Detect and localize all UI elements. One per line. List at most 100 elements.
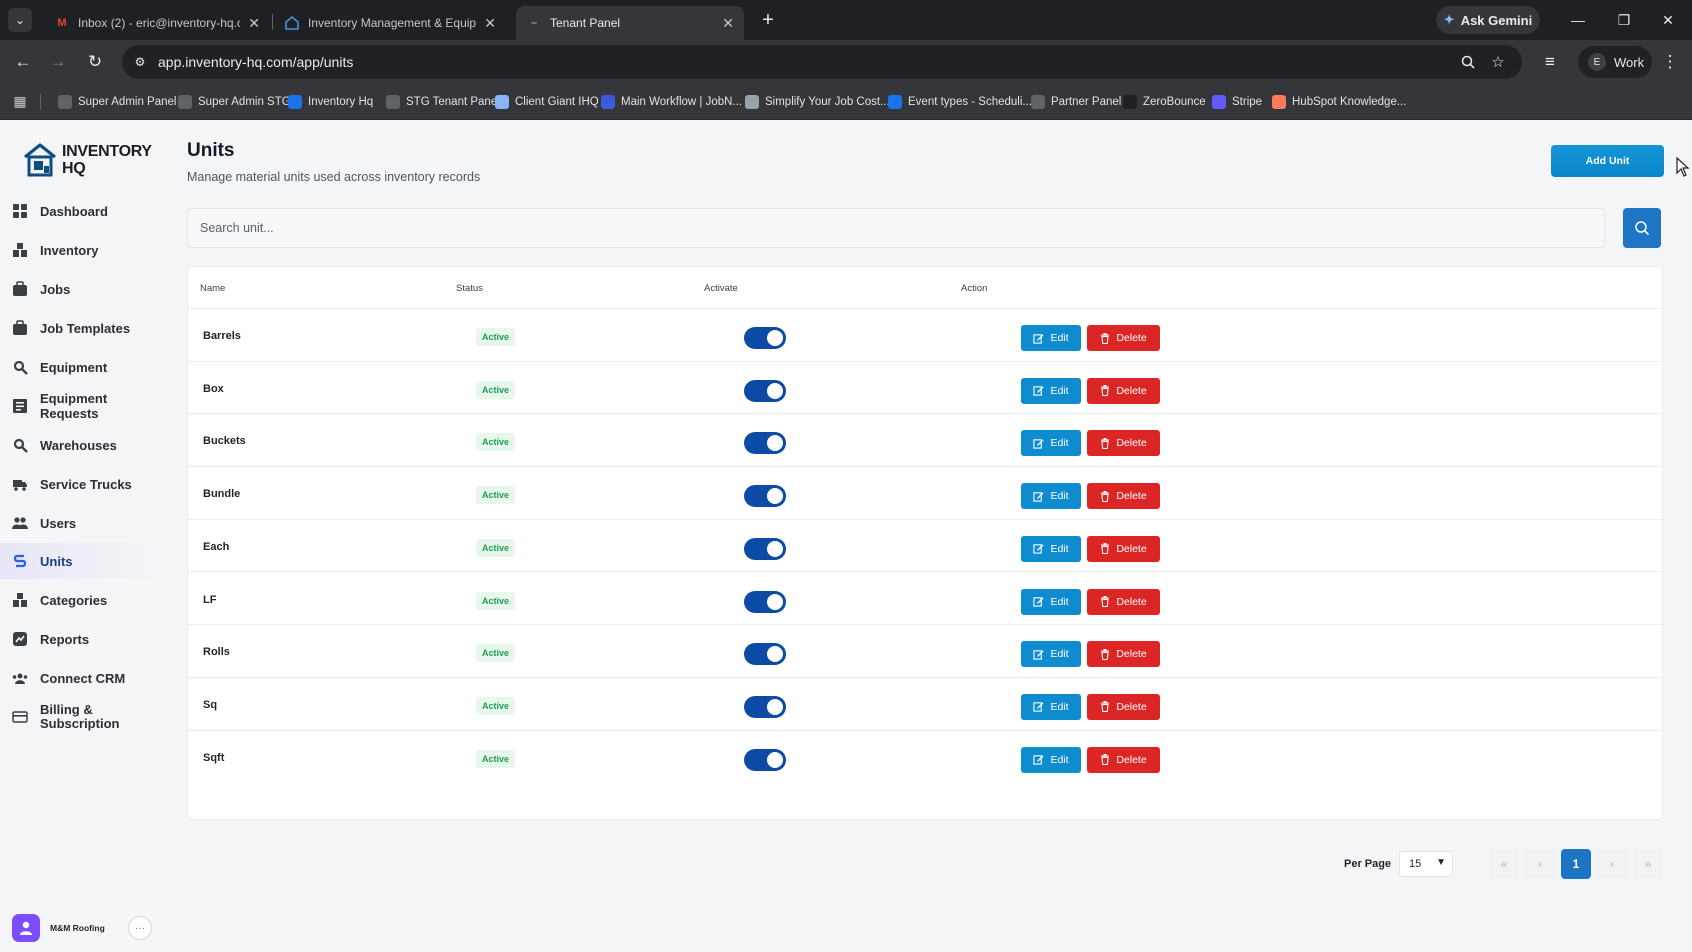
bookmark-inventory-hq[interactable]: Inventory Hq — [288, 93, 373, 111]
activate-toggle[interactable] — [744, 695, 786, 718]
status-badge: Active — [476, 696, 516, 715]
delete-button[interactable]: Delete — [1087, 535, 1160, 562]
sidebar-item-inventory[interactable]: Inventory — [0, 232, 163, 268]
delete-button[interactable]: Delete — [1087, 325, 1160, 351]
close-icon[interactable]: ✕ — [722, 15, 734, 32]
sidebar-item-connect-crm[interactable]: Connect CRM — [0, 660, 163, 696]
unit-name: Sq — [203, 698, 218, 711]
bookmark-label: ZeroBounce — [1143, 96, 1206, 108]
site-info-icon[interactable]: ⚙ — [130, 52, 150, 72]
activate-toggle[interactable] — [744, 379, 786, 402]
close-icon[interactable]: ✕ — [484, 15, 496, 32]
close-window-button[interactable]: ✕ — [1656, 8, 1680, 32]
first-page-button[interactable]: « — [1489, 849, 1519, 879]
current-page-button[interactable]: 1 — [1561, 849, 1591, 879]
delete-button[interactable]: Delete — [1087, 377, 1160, 404]
sidebar-item-billing-and-subscription[interactable]: Billing & Subscription — [0, 696, 163, 738]
delete-button[interactable]: Delete — [1087, 746, 1160, 773]
activate-toggle[interactable] — [744, 432, 786, 455]
edit-button[interactable]: Edit — [1021, 588, 1081, 615]
edit-label: Edit — [1050, 384, 1069, 397]
activate-toggle[interactable] — [744, 485, 786, 508]
bookmark-client-giant-ihq[interactable]: Client Giant IHQ — [495, 93, 599, 111]
sidebar-item-equipment[interactable]: Equipment — [0, 349, 163, 385]
bookmark-partner-panel[interactable]: Partner Panel — [1031, 93, 1121, 111]
forward-button[interactable]: → — [46, 50, 70, 74]
close-icon[interactable]: ✕ — [248, 15, 260, 32]
sidebar-item-equipment-requests[interactable]: Equipment Requests — [0, 388, 163, 424]
bookmark-stg-tenant-panel[interactable]: STG Tenant Panel — [386, 93, 500, 111]
tab-tenant-panel[interactable]: – Tenant Panel ✕ — [516, 6, 744, 40]
sidebar-item-service-trucks[interactable]: Service Trucks — [0, 466, 163, 502]
bookmark-favicon-icon — [601, 95, 615, 109]
delete-button[interactable]: Delete — [1087, 641, 1160, 668]
edit-button[interactable]: Edit — [1021, 746, 1081, 773]
previous-page-button[interactable]: ‹ — [1525, 849, 1555, 879]
media-controls-icon[interactable]: ≡ — [1538, 50, 1562, 74]
sidebar-item-job-templates[interactable]: Job Templates — [0, 310, 163, 346]
sidebar-item-users[interactable]: Users — [0, 505, 163, 541]
sidebar-item-label: Units — [40, 553, 73, 569]
delete-button[interactable]: Delete — [1087, 588, 1160, 615]
bookmark-zerobounce[interactable]: ZeroBounce — [1123, 93, 1206, 111]
sidebar-item-reports[interactable]: Reports — [0, 621, 163, 657]
sidebar-item-units[interactable]: Units — [0, 543, 163, 579]
search-input[interactable] — [187, 208, 1605, 248]
reload-button[interactable]: ↻ — [83, 50, 107, 74]
activate-toggle[interactable] — [744, 748, 786, 771]
edit-button[interactable]: Edit — [1021, 641, 1081, 668]
table-row: Sqft Active Edit Delete — [188, 731, 1662, 784]
bookmark-super-admin-panel[interactable]: Super Admin Panel — [58, 93, 176, 111]
bookmark-main-workflow-jobn[interactable]: Main Workflow | JobN... — [601, 93, 742, 111]
edit-button[interactable]: Edit — [1021, 693, 1081, 720]
bookmark-simplify-your-job-cost[interactable]: Simplify Your Job Cost... — [745, 93, 890, 111]
organization-switcher[interactable]: M&M Roofing ··· — [12, 912, 152, 944]
sidebar-item-dashboard[interactable]: Dashboard — [0, 193, 163, 229]
search-button[interactable] — [1623, 208, 1661, 248]
tab-search-button[interactable]: ⌄ — [8, 8, 32, 32]
address-bar[interactable]: ⚙ app.inventory-hq.com/app/units ☆ — [122, 45, 1522, 79]
last-page-button[interactable]: » — [1633, 849, 1663, 879]
unit-name: Box — [203, 382, 224, 395]
per-page-select[interactable]: 15 ▼ — [1399, 851, 1453, 877]
add-unit-button[interactable]: Add Unit — [1551, 145, 1664, 177]
delete-button[interactable]: Delete — [1087, 483, 1160, 510]
tab-gmail[interactable]: M Inbox (2) - eric@inventory-hq.com ✕ — [44, 6, 270, 40]
activate-toggle[interactable] — [744, 327, 786, 349]
browser-menu-icon[interactable]: ⋮ — [1658, 50, 1682, 74]
bookmark-label: Event types - Scheduli... — [908, 96, 1033, 108]
sidebar-item-warehouses[interactable]: Warehouses — [0, 427, 163, 463]
more-options-button[interactable]: ··· — [128, 916, 152, 940]
bookmark-event-types-scheduli[interactable]: Event types - Scheduli... — [888, 93, 1032, 111]
bookmark-stripe[interactable]: Stripe — [1212, 93, 1262, 111]
ask-gemini-button[interactable]: ✦ Ask Gemini — [1436, 6, 1540, 34]
edit-button[interactable]: Edit — [1021, 535, 1081, 562]
bookmark-super-admin-stg[interactable]: Super Admin STG — [178, 93, 291, 111]
zoom-icon[interactable] — [1458, 52, 1478, 72]
browser-tab-strip: ⌄ M Inbox (2) - eric@inventory-hq.com ✕ … — [0, 0, 1692, 40]
activate-toggle[interactable] — [744, 537, 786, 560]
next-page-button[interactable]: › — [1597, 849, 1627, 879]
edit-icon — [1033, 439, 1044, 449]
activate-toggle[interactable] — [744, 643, 786, 666]
bookmark-star-icon[interactable]: ☆ — [1488, 52, 1508, 72]
brand-name: INVENTORY HQ — [62, 143, 152, 177]
sidebar-item-jobs[interactable]: Jobs — [0, 271, 163, 307]
apps-grid-icon[interactable]: ▦ — [12, 93, 28, 109]
delete-button[interactable]: Delete — [1087, 430, 1160, 457]
edit-button[interactable]: Edit — [1021, 483, 1081, 510]
delete-button[interactable]: Delete — [1087, 693, 1160, 720]
back-button[interactable]: ← — [11, 50, 35, 74]
edit-button[interactable]: Edit — [1021, 430, 1081, 457]
brand-logo[interactable]: INVENTORY HQ — [22, 142, 152, 178]
sidebar-item-categories[interactable]: Categories — [0, 582, 163, 618]
new-tab-button[interactable]: + — [756, 8, 780, 32]
minimize-button[interactable]: — — [1566, 8, 1590, 32]
edit-button[interactable]: Edit — [1021, 325, 1081, 351]
activate-toggle[interactable] — [744, 590, 786, 613]
tab-inventory-management[interactable]: Inventory Management & Equipm ✕ — [274, 6, 506, 40]
restore-button[interactable]: ❐ — [1612, 8, 1636, 32]
bookmark-hubspot-knowledge[interactable]: HubSpot Knowledge... — [1272, 93, 1406, 111]
edit-button[interactable]: Edit — [1021, 377, 1081, 404]
profile-button[interactable]: E Work — [1578, 46, 1652, 78]
